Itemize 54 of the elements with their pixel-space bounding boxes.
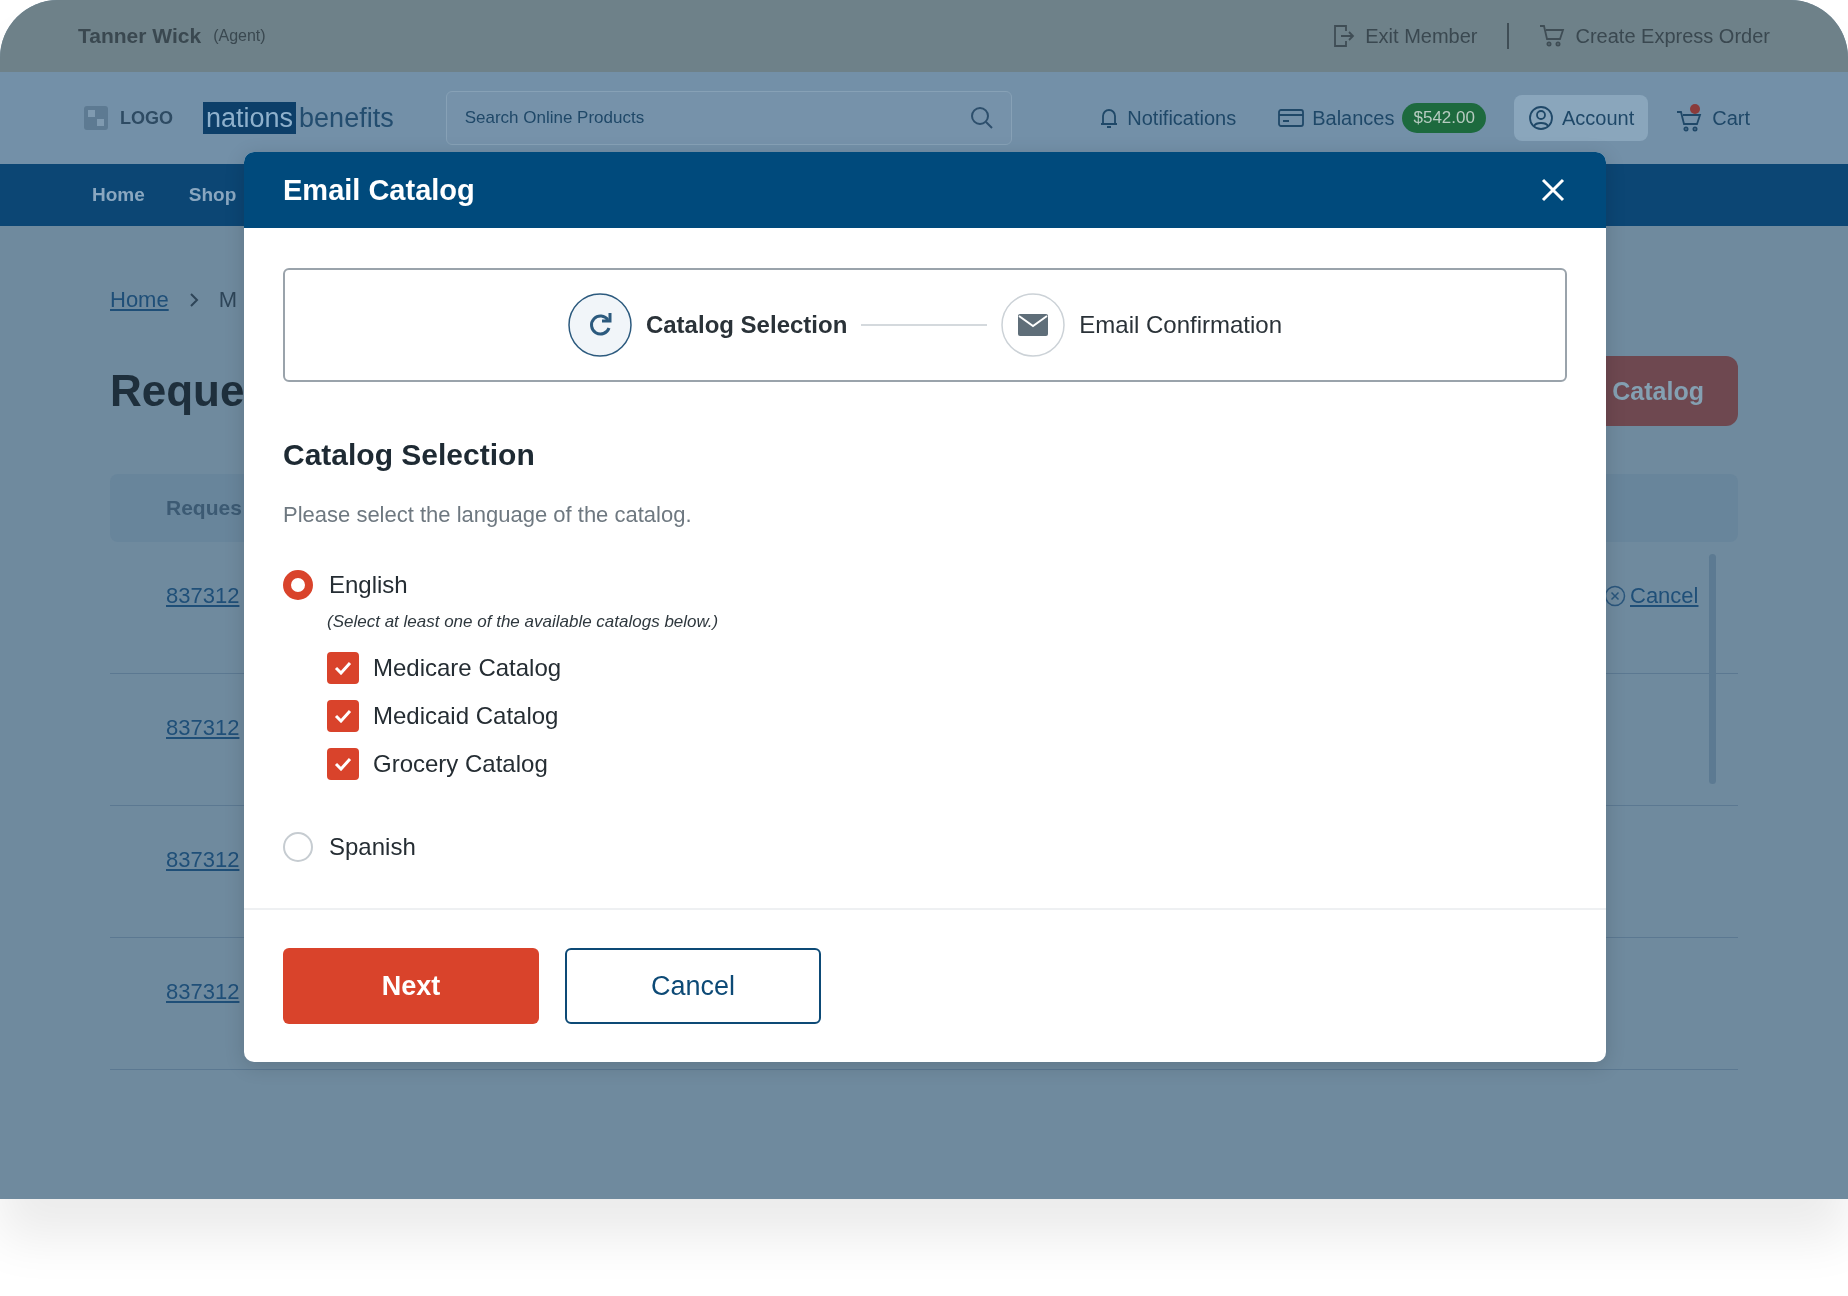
check-icon	[334, 661, 352, 675]
language-radio[interactable]: Spanish	[283, 832, 1567, 862]
cancel-link[interactable]: Cancel	[1604, 583, 1699, 609]
close-button[interactable]	[1540, 177, 1566, 203]
request-link[interactable]: 837312	[166, 847, 240, 873]
checkbox[interactable]	[327, 700, 359, 732]
balance-badge: $542.00	[1402, 103, 1486, 133]
step-label: Email Confirmation	[1079, 311, 1283, 339]
brand-logo: nations benefits	[203, 102, 394, 134]
header-link[interactable]: Cart	[1662, 93, 1764, 143]
radio-button[interactable]	[283, 832, 313, 862]
bell-icon	[1099, 106, 1120, 130]
search-field[interactable]: Search Online Products	[445, 91, 1012, 145]
user-role: (Agent)	[213, 27, 266, 45]
breadcrumb-link[interactable]: Home	[110, 287, 169, 313]
section-title: Catalog Selection	[283, 438, 536, 472]
hint-text: (Select at least one of the available catalogs below.)	[327, 612, 720, 632]
wallet-icon	[1278, 108, 1305, 128]
search-icon	[969, 106, 994, 130]
language-radio[interactable]: English	[283, 570, 1567, 600]
header-link[interactable]: Balances $542.00	[1264, 93, 1500, 143]
refresh-step-icon	[567, 293, 632, 357]
catalog-checkbox[interactable]: Grocery Catalog	[327, 748, 1567, 780]
request-link[interactable]: 837312	[166, 715, 240, 741]
envelope-step-icon	[1001, 293, 1066, 357]
radio-button[interactable]	[283, 570, 313, 600]
checkbox[interactable]	[327, 652, 359, 684]
nav-link[interactable]: Shop	[188, 184, 237, 206]
account-icon	[1527, 105, 1554, 131]
cart-icon	[1539, 24, 1566, 48]
site-logo: LOGO	[84, 106, 173, 130]
header-link[interactable]: Account	[1513, 95, 1649, 141]
catalog-checkbox[interactable]: Medicaid Catalog	[327, 700, 1567, 732]
request-link[interactable]: 837312	[166, 583, 240, 609]
exit-icon	[1333, 24, 1356, 48]
next-button[interactable]: Next	[283, 948, 539, 1024]
step-label: Catalog Selection	[645, 311, 848, 339]
top-bar-link[interactable]: Exit Member	[1333, 24, 1478, 48]
check-icon	[334, 757, 352, 771]
page-title: Reque	[110, 366, 244, 416]
check-icon	[334, 709, 352, 723]
cancel-circle-icon	[1604, 585, 1626, 607]
top-bar-link[interactable]: Create Express Order	[1539, 24, 1770, 48]
dialog-title: Email Catalog	[283, 173, 475, 207]
cancel-button[interactable]: Cancel	[565, 948, 821, 1024]
nav-link[interactable]: Home	[92, 184, 145, 206]
request-link[interactable]: 837312	[166, 979, 240, 1005]
user-name: Tanner Wick	[78, 24, 202, 48]
chevron-icon	[188, 292, 199, 308]
instruction-text: Please select the language of the catalog.	[283, 502, 693, 528]
catalog-checkbox[interactable]: Medicare Catalog	[327, 652, 1567, 684]
checkbox[interactable]	[327, 748, 359, 780]
breadcrumb-link[interactable]: M	[218, 287, 237, 313]
header-link[interactable]: Notifications	[1085, 96, 1251, 140]
